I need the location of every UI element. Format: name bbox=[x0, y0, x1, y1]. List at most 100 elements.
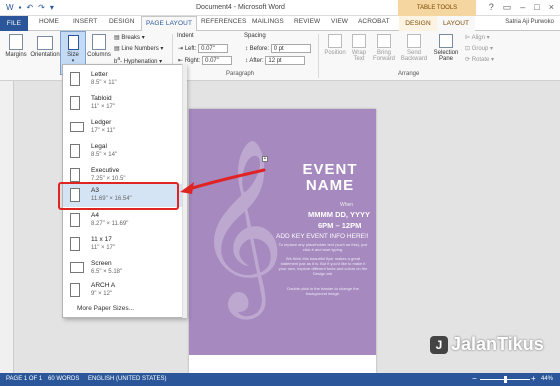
size-option-11x17[interactable]: 11 x 17 11" × 17" bbox=[63, 233, 185, 256]
tab-file[interactable]: FILE bbox=[0, 16, 28, 31]
bring-forward-button[interactable]: Bring Forward bbox=[370, 34, 398, 62]
table-move-handle-icon[interactable]: + bbox=[262, 156, 268, 162]
size-option-letter[interactable]: Letter 8.5" × 11" bbox=[63, 68, 185, 91]
rotate-label: Rotate bbox=[471, 57, 490, 63]
tab-home[interactable]: HOME bbox=[39, 18, 59, 25]
size-option-name: Tabloid bbox=[91, 95, 112, 102]
word-logo-icon[interactable]: W bbox=[6, 3, 14, 12]
size-option-dims: 9" × 12" bbox=[91, 291, 113, 297]
size-option-dims: 8.5" × 14" bbox=[91, 152, 118, 158]
highlight-arrow-icon bbox=[180, 168, 266, 194]
ribbon-display-icon[interactable]: ▭ bbox=[503, 2, 512, 13]
tab-acrobat[interactable]: ACROBAT bbox=[358, 18, 390, 25]
help-icon[interactable]: ? bbox=[489, 2, 494, 13]
more-paper-sizes-button[interactable]: More Paper Sizes... bbox=[77, 305, 134, 312]
redo-icon[interactable]: ↷ bbox=[38, 3, 45, 12]
zoom-level[interactable]: 44% bbox=[541, 376, 553, 382]
tab-table-design[interactable]: DESIGN bbox=[399, 16, 437, 31]
event-body-text-1[interactable]: To replace any placeholder text (such as… bbox=[278, 242, 368, 252]
indent-label: Indent bbox=[177, 33, 194, 39]
size-option-arch-a[interactable]: ARCH A 9" × 12" bbox=[63, 279, 185, 302]
orientation-label: Orientation bbox=[30, 52, 60, 58]
bring-forward-label: Bring Forward bbox=[372, 50, 395, 62]
event-title[interactable]: EVENT NAME bbox=[292, 162, 368, 194]
tab-references[interactable]: REFERENCES bbox=[201, 18, 246, 25]
event-time[interactable]: 6PM – 12PM bbox=[318, 221, 361, 230]
page-icon bbox=[70, 262, 84, 273]
event-key-info[interactable]: ADD KEY EVENT INFO HERE!! bbox=[276, 233, 369, 240]
page-icon bbox=[70, 237, 80, 251]
columns-label: Columns bbox=[87, 52, 111, 58]
close-button[interactable]: × bbox=[549, 2, 554, 13]
page-icon bbox=[70, 122, 84, 132]
size-option-tabloid[interactable]: Tabloid 11" × 17" bbox=[63, 92, 185, 115]
size-option-dims: 8.5" × 11" bbox=[91, 80, 117, 86]
zoom-out-icon[interactable]: − bbox=[472, 374, 477, 383]
page-count[interactable]: PAGE 1 OF 1 bbox=[6, 376, 42, 382]
maximize-button[interactable]: □ bbox=[534, 2, 539, 13]
wrap-text-button[interactable]: Wrap Text bbox=[349, 34, 369, 62]
spacing-before-row: ↕ Before: 0 pt bbox=[245, 44, 311, 53]
status-bar: PAGE 1 OF 1 60 WORDS ENGLISH (UNITED STA… bbox=[0, 373, 560, 386]
word-count[interactable]: 60 WORDS bbox=[48, 376, 79, 382]
line-numbers-button[interactable]: ▤ Line Numbers ▾ bbox=[114, 45, 163, 52]
indent-left-row: ⇥ Left: 0.07" bbox=[178, 44, 229, 53]
zoom-slider-thumb[interactable] bbox=[504, 376, 507, 383]
tab-page-layout[interactable]: PAGE LAYOUT bbox=[141, 16, 198, 32]
size-option-a4[interactable]: A4 8.27" × 11.69" bbox=[63, 209, 185, 232]
undo-icon[interactable]: ↶ bbox=[26, 3, 33, 12]
watermark-text: JalanTikus bbox=[451, 334, 544, 354]
spacing-before-input[interactable]: 0 pt bbox=[270, 44, 311, 53]
language-indicator[interactable]: ENGLISH (UNITED STATES) bbox=[88, 376, 166, 382]
size-option-dims: 8.27" × 11.69" bbox=[91, 221, 129, 227]
selection-pane-button[interactable]: Selection Pane bbox=[431, 34, 461, 62]
vertical-ruler bbox=[0, 81, 14, 373]
breaks-label: Breaks bbox=[121, 35, 141, 41]
size-option-dims: 11" × 17" bbox=[91, 104, 115, 110]
tab-mailings[interactable]: MAILINGS bbox=[252, 18, 284, 25]
event-body-text-2[interactable]: We think this beautiful flyer makes a gr… bbox=[278, 256, 368, 276]
margins-button[interactable]: Margins bbox=[4, 34, 28, 58]
orientation-icon bbox=[37, 36, 53, 50]
indent-left-input[interactable]: 0.07" bbox=[198, 44, 229, 53]
spacing-after-input[interactable]: 12 pt bbox=[265, 56, 306, 65]
size-option-name: 11 x 17 bbox=[91, 236, 112, 243]
size-option-name: Ledger bbox=[91, 119, 112, 126]
save-icon[interactable]: ▪ bbox=[19, 3, 22, 12]
tab-design[interactable]: DESIGN bbox=[109, 18, 135, 25]
group-icon: ⊡ bbox=[465, 46, 472, 52]
minimize-button[interactable]: – bbox=[520, 2, 525, 13]
size-option-name: ARCH A bbox=[91, 282, 116, 289]
page-icon bbox=[70, 72, 80, 86]
event-body-text-3[interactable]: Double-click in the header to change the… bbox=[278, 286, 368, 296]
size-option-dims: 17" × 11" bbox=[91, 128, 115, 134]
size-option-ledger[interactable]: Ledger 17" × 11" bbox=[63, 116, 185, 139]
rotate-icon: ⟳ bbox=[465, 57, 472, 63]
size-option-name: Screen bbox=[91, 260, 112, 267]
tab-insert[interactable]: INSERT bbox=[73, 18, 97, 25]
breaks-button[interactable]: ▤ Breaks ▾ bbox=[114, 34, 145, 41]
send-backward-button[interactable]: Send Backward bbox=[399, 34, 429, 62]
event-when-label: When bbox=[340, 202, 354, 208]
event-date[interactable]: MMMM DD, YYYY bbox=[308, 210, 370, 219]
ribbon-tabs: FILE HOME INSERT DESIGN PAGE LAYOUT REFE… bbox=[0, 16, 560, 32]
zoom-in-icon[interactable]: + bbox=[531, 374, 536, 383]
align-button[interactable]: ⊫ Align ▾ bbox=[465, 34, 490, 41]
tab-view[interactable]: VIEW bbox=[331, 18, 348, 25]
spacing-before-icon: ↕ bbox=[245, 46, 248, 53]
size-option-screen[interactable]: Screen 6.5" × 5.18" bbox=[63, 257, 185, 280]
quick-access-toolbar: W ▪ ↶ ↷ ▾ bbox=[6, 3, 54, 12]
rotate-button[interactable]: ⟳ Rotate ▾ bbox=[465, 56, 494, 63]
customize-qat-icon[interactable]: ▾ bbox=[50, 3, 54, 12]
orientation-button[interactable]: Orientation bbox=[29, 34, 61, 58]
tab-review[interactable]: REVIEW bbox=[294, 18, 320, 25]
group-button[interactable]: ⊡ Group ▾ bbox=[465, 45, 493, 52]
columns-button[interactable]: Columns bbox=[86, 34, 112, 58]
user-name[interactable]: Satria Aji Purwoko bbox=[505, 19, 554, 25]
tab-table-layout[interactable]: LAYOUT bbox=[437, 16, 475, 31]
size-option-legal[interactable]: Legal 8.5" × 14" bbox=[63, 140, 185, 163]
event-title-line2: NAME bbox=[305, 177, 355, 194]
position-button[interactable]: Position bbox=[321, 34, 349, 56]
indent-right-input[interactable]: 0.07" bbox=[202, 56, 233, 65]
selection-pane-icon bbox=[439, 34, 453, 48]
